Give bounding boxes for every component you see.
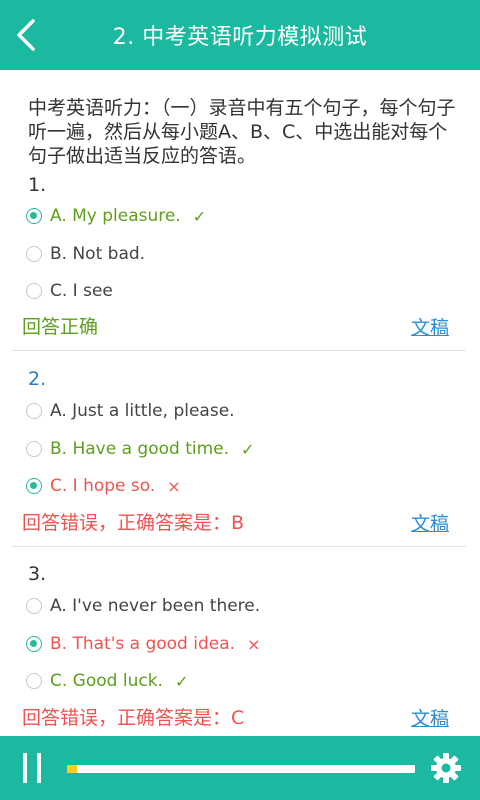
audio-player-bar [0,736,480,800]
radio-selected [26,478,42,494]
question-2-option-c[interactable]: C. I hope so. × [26,473,181,499]
question-number: 2. [28,368,47,390]
option-label: A. I've never been there. [50,596,261,616]
correct-check-icon: ✓ [241,439,255,459]
question-list[interactable]: 中考英语听力：（一）录音中有五个句子，每个句子听一遍，然后从每小题A、B、C、中… [0,70,480,736]
question-2-option-a[interactable]: A. Just a little, please. [26,398,235,424]
transcript-link[interactable]: 文稿 [411,509,449,536]
pause-icon-bar [37,753,41,783]
radio-selected [26,208,42,224]
transcript-link[interactable]: 文稿 [411,313,449,340]
option-label: C. Good luck. [50,671,163,691]
question-1-option-b[interactable]: B. Not bad. [26,241,145,267]
divider [12,546,466,547]
radio-unselected [26,403,42,419]
option-label: A. My pleasure. [50,206,181,226]
settings-button[interactable] [428,750,464,786]
question-2-option-b[interactable]: B. Have a good time. ✓ [26,436,254,462]
question-1-option-c[interactable]: C. I see [26,278,113,304]
question-number: 3. [28,563,47,585]
pause-icon [23,753,27,783]
wrong-cross-icon: × [167,476,181,496]
page-title: 2. 中考英语听力模拟测试 [112,25,368,50]
header-bar: 2. 中考英语听力模拟测试 [0,0,480,70]
radio-unselected [26,598,42,614]
radio-unselected [26,283,42,299]
question-number: 1. [28,174,47,196]
radio-unselected [26,246,42,262]
question-3-option-a[interactable]: A. I've never been there. [26,593,260,619]
radio-unselected [26,673,42,689]
wrong-cross-icon: × [247,634,261,654]
option-label: A. Just a little, please. [50,401,235,421]
option-label: C. I hope so. [50,476,156,496]
option-label: C. I see [50,281,113,301]
option-label: B. Have a good time. [50,439,230,459]
answer-result: 回答错误，正确答案是：B [22,512,245,534]
instructions-text: 中考英语听力：（一）录音中有五个句子，每个句子听一遍，然后从每小题A、B、C、中… [28,97,456,167]
radio-unselected [26,441,42,457]
correct-check-icon: ✓ [174,671,189,691]
progress-fill [67,765,78,773]
question-1-option-a[interactable]: A. My pleasure. ✓ [26,203,206,229]
transcript-link[interactable]: 文稿 [411,704,449,731]
option-label: B. That's a good idea. [50,634,236,654]
radio-selected [26,636,42,652]
pause-button[interactable] [18,753,48,783]
audio-progress-slider[interactable] [67,765,415,773]
answer-result: 回答正确 [22,316,99,338]
divider [12,350,466,351]
correct-check-icon: ✓ [192,206,207,226]
gear-icon [431,753,461,783]
question-3-option-c[interactable]: C. Good luck. ✓ [26,668,188,694]
option-label: B. Not bad. [50,244,146,264]
question-3-option-b[interactable]: B. That's a good idea. × [26,631,260,657]
answer-result: 回答错误，正确答案是：C [22,707,245,729]
